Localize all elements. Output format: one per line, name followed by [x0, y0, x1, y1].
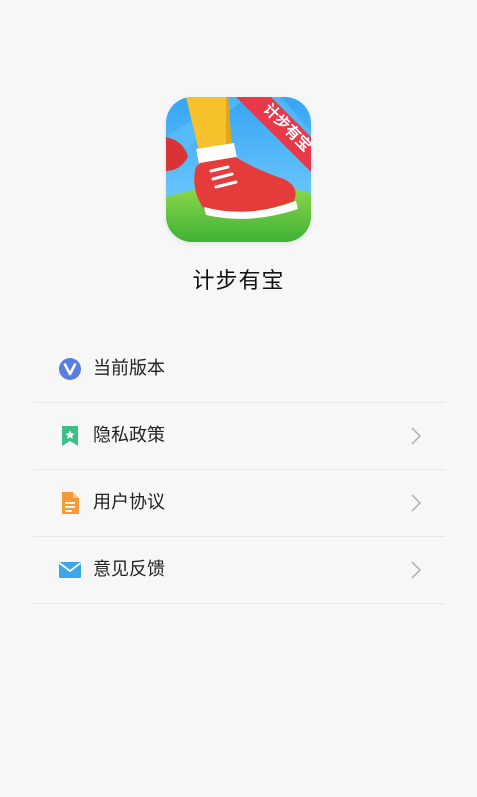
app-logo: 计步有宝	[166, 97, 311, 242]
menu-item-user-agreement[interactable]: 用户协议	[33, 470, 445, 537]
menu-item-feedback[interactable]: 意见反馈	[33, 537, 445, 604]
settings-menu: 当前版本 隐私政策 用户协议 意见反馈	[33, 336, 445, 604]
bookmark-icon	[58, 424, 82, 448]
menu-item-feedback-label: 意见反馈	[93, 559, 165, 580]
menu-item-version-label: 当前版本	[93, 358, 165, 379]
version-v-icon	[58, 357, 82, 381]
menu-item-user-agreement-label: 用户协议	[93, 492, 165, 513]
chevron-right-icon	[409, 492, 423, 514]
chevron-right-icon	[409, 425, 423, 447]
menu-item-privacy-policy[interactable]: 隐私政策	[33, 403, 445, 470]
menu-item-privacy-policy-label: 隐私政策	[93, 425, 165, 446]
menu-item-version[interactable]: 当前版本	[33, 336, 445, 403]
envelope-icon	[58, 558, 82, 582]
chevron-right-icon	[409, 559, 423, 581]
document-icon	[58, 491, 82, 515]
app-name: 计步有宝	[192, 269, 285, 294]
